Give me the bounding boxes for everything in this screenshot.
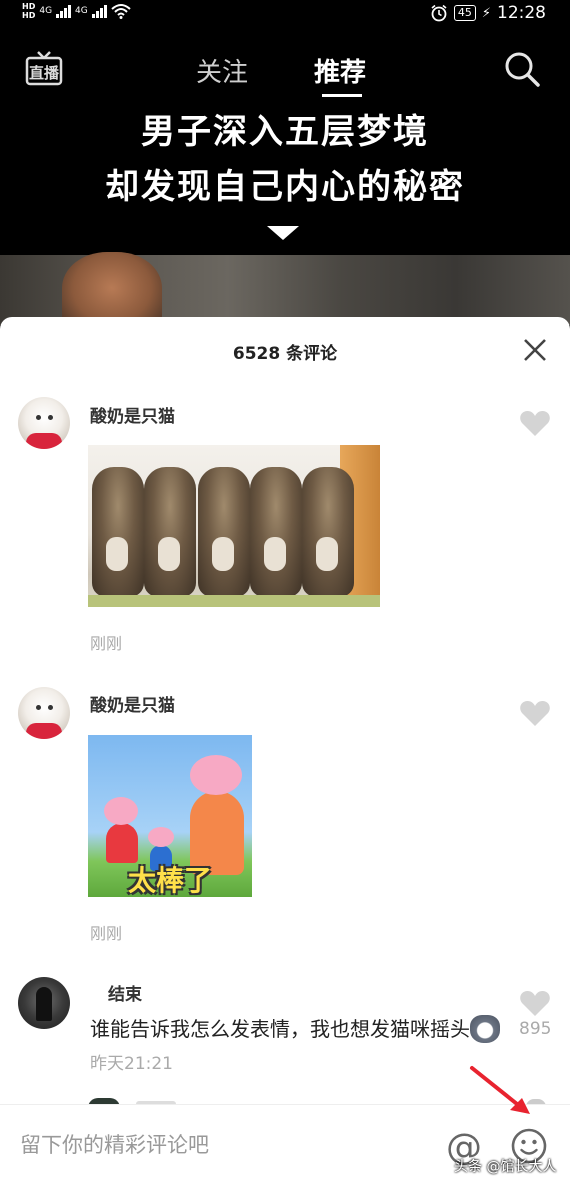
avatar[interactable] [18, 397, 70, 449]
peppa-pig-sticker[interactable]: 太棒了 [88, 735, 252, 897]
comment-time: 昨天21:21 [90, 1054, 173, 1074]
heart-icon[interactable] [519, 699, 551, 727]
tab-recommend[interactable]: 推荐 [314, 52, 366, 89]
search-icon[interactable] [503, 50, 541, 88]
triangle-down-icon [267, 226, 299, 240]
close-icon[interactable] [522, 337, 548, 363]
live-icon[interactable]: 直播 [24, 48, 64, 88]
comment-username[interactable]: 酸奶是只猫 [90, 691, 175, 716]
battery-level: 45 [453, 5, 476, 21]
comment-time: 刚刚 [90, 924, 123, 943]
comment-username[interactable]: 酸奶是只猫 [90, 402, 175, 427]
tab-following[interactable]: 关注 [196, 52, 248, 89]
heart-icon[interactable] [519, 989, 551, 1017]
video-headline-line2: 却发现自己内心的秘密 [105, 167, 465, 207]
avatar[interactable] [18, 687, 70, 739]
hd-indicator: HD HD [22, 2, 36, 20]
video-headline-line1: 男子深入五层梦境 [141, 112, 429, 152]
comment-count-title: 6528 条评论 [232, 344, 338, 364]
like-count: 895 [519, 1019, 552, 1039]
husky-sticker-icon [470, 1014, 500, 1043]
avatar[interactable] [18, 977, 70, 1029]
comment-username[interactable]: 结束 [108, 980, 142, 1005]
active-tab-indicator [322, 94, 362, 97]
comments-sheet: 6528 条评论 酸奶是只猫 刚刚 酸奶是只猫 太棒了 刚刚 结束 895 谁能… [0, 317, 570, 1189]
red-arrow-annotation [470, 1066, 530, 1114]
comment-time: 刚刚 [90, 634, 123, 653]
clock: 12:28 [497, 3, 546, 23]
alarm-icon [431, 4, 447, 22]
video-area[interactable]: 直播 关注 推荐 男子深入五层梦境 却发现自己内心的秘密 [0, 0, 570, 332]
wifi-icon [111, 4, 131, 19]
watermark: 头条 @馆长大人 [454, 1159, 557, 1175]
comment-text: 谁能告诉我怎么发表情，我也想发猫咪摇头 昨天21:21 [90, 1013, 510, 1081]
status-bar: HD HD 4G 4G 45 ⚡ 12:28 [0, 0, 570, 28]
heart-icon[interactable] [519, 409, 551, 437]
signal-icon [56, 4, 72, 18]
sticker-caption: 太棒了 [127, 864, 212, 897]
kittens-image[interactable] [88, 445, 380, 607]
comment-input[interactable] [20, 1127, 420, 1163]
charging-icon: ⚡ [481, 5, 491, 21]
live-label: 直播 [29, 64, 60, 82]
signal-icon [91, 4, 107, 18]
network-type-1: 4G [39, 6, 53, 16]
network-type-2: 4G [75, 6, 88, 16]
